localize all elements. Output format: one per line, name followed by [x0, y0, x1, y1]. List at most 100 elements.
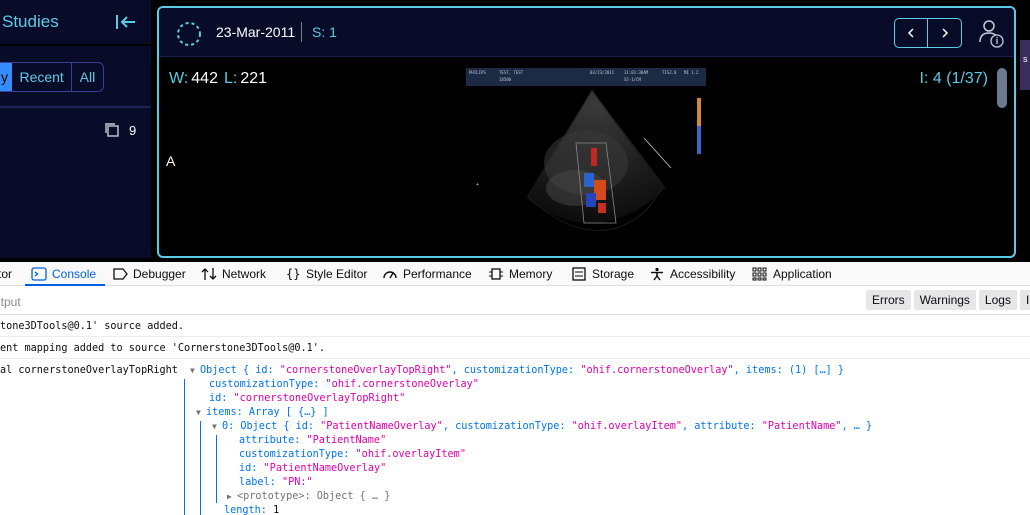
item0-attr: "PatientName" [761, 421, 842, 432]
memory-icon [489, 268, 503, 280]
active-tab-indicator [25, 284, 105, 286]
tab-style-editor[interactable]: {} Style Editor [285, 262, 367, 286]
tab-label: Network [222, 267, 267, 281]
style-editor-icon: {} [286, 267, 300, 281]
tab-console[interactable]: Console [31, 262, 96, 286]
header-divider [301, 22, 302, 42]
console-filter-input[interactable] [0, 292, 294, 312]
prop-key: attribute: [239, 435, 307, 446]
collapse-panel-icon[interactable] [114, 12, 138, 32]
study-browser-header: Studies [0, 0, 151, 46]
item0-id: "PatientNameOverlay" [320, 421, 443, 432]
item0-tail: , … } [841, 421, 873, 432]
prop-value: "ohif.overlayItem" [355, 449, 466, 460]
right-panel-edge[interactable]: s [1020, 40, 1030, 90]
tab-storage[interactable]: Storage [571, 262, 634, 286]
object-log-row: al cornerstoneOverlayTopRight ▼ Object { … [0, 364, 844, 378]
tab-memory[interactable]: Memory [488, 262, 552, 286]
tab-performance[interactable]: Performance [382, 262, 472, 286]
performance-icon [383, 271, 397, 279]
viewport-pane[interactable]: 23-Mar-2011 S: 1 W: 442 L: 221 I: 4 (1/37) … [157, 6, 1016, 258]
expand-arrow-icon[interactable]: ▶ [227, 490, 237, 504]
patient-info-icon[interactable] [977, 18, 1005, 48]
study-filter-tabs: y Recent All [0, 48, 151, 108]
window-level-overlay: W: 442 L: 221 [169, 70, 273, 88]
item0-head: 0: Object { id: [222, 421, 321, 432]
devtools-panel: tor Console Debugger Network {} Style Ed… [0, 262, 1030, 515]
item0-mid2: , attribute: [682, 421, 762, 432]
object-prop: id: "PatientNameOverlay" [239, 462, 386, 476]
console-output: tone3DTools@0.1' source added. ent mappi… [0, 317, 1030, 515]
next-series-button[interactable] [928, 19, 961, 47]
network-icon [201, 268, 217, 280]
filter-logs-button[interactable]: Logs [978, 290, 1017, 310]
items-row[interactable]: ▼ items: Array [ {…} ] [196, 406, 329, 420]
tab-application[interactable]: Application [752, 262, 832, 286]
item0-row[interactable]: ▼ 0: Object { id: "PatientNameOverlay", c… [212, 420, 872, 434]
tree-guide-line [184, 379, 185, 515]
prop-key: label: [239, 477, 282, 488]
level-value: 221 [240, 70, 268, 87]
storage-icon [572, 267, 586, 281]
filter-info-button[interactable]: In [1019, 290, 1030, 310]
item0-type: "ohif.overlayItem" [571, 421, 683, 432]
console-filter-buttons: Errors Warnings Logs In [866, 290, 1030, 312]
object-summary[interactable]: Object { id: "cornerstoneOverlayTopRight… [200, 365, 844, 376]
prop-value: "PatientNameOverlay" [263, 463, 387, 474]
previous-series-button[interactable] [895, 19, 929, 47]
application-icon [752, 267, 767, 281]
prop-value: "PN:" [281, 477, 313, 488]
tab-label: Application [773, 267, 832, 281]
tab-label: Debugger [133, 267, 186, 281]
object-log-prefix: al cornerstoneOverlayTopRight [0, 365, 178, 376]
tree-guide-line [216, 435, 217, 503]
prop-key: customizationType: [239, 449, 356, 460]
expand-arrow-icon[interactable]: ▼ [190, 364, 200, 378]
tab-primary[interactable]: y [0, 63, 13, 91]
summary-mid: , customizationType: [451, 365, 581, 376]
series-navigation [894, 18, 962, 48]
tab-recent[interactable]: Recent [12, 63, 72, 91]
orientation-marker: A [166, 153, 176, 169]
chevron-left-icon [907, 28, 914, 38]
viewport-scrollbar[interactable] [997, 68, 1007, 108]
prototype-summary: <prototype>: Object { … } [237, 491, 391, 502]
prop-value: "PatientName" [306, 435, 387, 446]
tree-guide-line [200, 421, 201, 515]
object-prop: customizationType: "ohif.overlayItem" [239, 448, 466, 462]
study-instance-count: 9 [104, 122, 136, 138]
tab-label: Performance [403, 267, 472, 281]
summary-id: "cornerstoneOverlayTopRight" [279, 365, 452, 376]
svg-text:+: + [476, 182, 479, 188]
prototype-row[interactable]: ▶ <prototype>: Object { … } [227, 490, 390, 504]
tab-inspector[interactable]: tor [0, 262, 12, 286]
study-browser-title: Studies [2, 12, 59, 31]
right-panel-edge-label: s [1023, 54, 1028, 64]
tab-label: Storage [592, 267, 635, 281]
window-label: W: [169, 70, 189, 87]
tab-debugger[interactable]: Debugger [112, 262, 186, 286]
expand-arrow-icon[interactable]: ▼ [212, 420, 222, 434]
tab-all[interactable]: All [72, 63, 103, 91]
loading-spinner-icon [177, 22, 201, 46]
tab-network[interactable]: Network [201, 262, 266, 286]
expand-arrow-icon[interactable]: ▼ [196, 406, 206, 420]
tab-accessibility[interactable]: Accessibility [649, 262, 735, 286]
item0-mid: , customizationType: [442, 421, 572, 432]
ultrasound-scan-graphic: + [476, 89, 701, 231]
console-message: ent mapping added to source 'Cornerstone… [0, 339, 1030, 359]
series-number: S: 1 [312, 24, 337, 40]
items-summary: items: Array [ {…} ] [206, 407, 329, 418]
summary-tail: , items: (1) […] } [733, 365, 845, 376]
svg-text:{}: {} [286, 267, 300, 281]
study-count-value: 9 [129, 122, 137, 138]
prop-value: 1 [273, 505, 280, 515]
prop-key: id: [239, 463, 264, 474]
study-filter-tab-group: y Recent All [0, 62, 104, 92]
viewport-header: 23-Mar-2011 S: 1 [159, 8, 1014, 57]
filter-warnings-button[interactable]: Warnings [913, 290, 976, 310]
object-prop: length: 1 [224, 504, 279, 515]
ultrasound-image: PHILIPS TEST, TEST 18500 03/23/2011 11:0… [466, 68, 710, 248]
filter-errors-button[interactable]: Errors [866, 290, 911, 310]
prop-key: length: [224, 505, 274, 515]
